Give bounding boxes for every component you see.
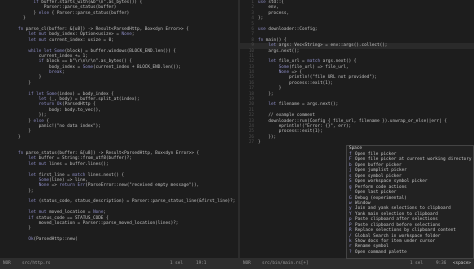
menu-item-label: Debug (experimental) [355, 195, 407, 201]
right-selection-count: 1 sel [410, 261, 423, 266]
menu-item-label: Rename symbol [355, 244, 389, 250]
menu-item-label: Global Search in workspace folder [355, 233, 441, 239]
menu-item-label: Open last picker [355, 190, 397, 196]
space-menu-popup: Space f Open file picker F Open file picker… [346, 145, 474, 259]
space-menu-item[interactable]: ? Open command palette [347, 250, 473, 255]
pending-keys-indicator: <space> [449, 259, 474, 269]
menu-item-label: Join and yank selections to clipboard [355, 206, 451, 212]
right-file-name: src/bin/main.rs[+] [262, 261, 309, 266]
menu-item-label: Open jumplist picker [355, 168, 407, 174]
left-editor-pane[interactable]: if buffer.starts_with(&b"\n".as_bytes())… [0, 0, 238, 258]
left-selection-count: 1 sel [170, 261, 183, 266]
code-text: Ok(ParsedHttp::new( [28, 237, 78, 243]
right-mode-indicator: NOR [243, 261, 251, 266]
menu-item-label: Open file picker at current working dire… [355, 157, 472, 163]
left-mode-indicator: NOR [3, 261, 11, 266]
right-cursor-position: 9:36 [436, 261, 447, 266]
left-cursor-position: 19:1 [196, 261, 207, 266]
space-menu-items: f Open file picker F Open file picker at cu… [347, 152, 473, 255]
line-number: 27 [248, 140, 254, 146]
menu-item-label: Replace selections by clipboard content [355, 228, 456, 234]
menu-item-label: Open workspace symbol picker [355, 179, 428, 185]
code-line[interactable]: Ok(ParsedHttp::new( [0, 237, 238, 242]
menu-item-label: Perform code actions [355, 184, 407, 190]
menu-item-label: Paste clipboard before selections [355, 222, 441, 228]
left-file-name: src/http.rs [22, 261, 51, 266]
menu-item-label: Paste clipboard after selections [355, 217, 438, 223]
menu-item-label: Open command palette [355, 249, 407, 255]
status-bar: NOR src/http.rs 1 sel 19:1 NOR src/bin/m… [0, 258, 474, 269]
code-text: } [258, 140, 261, 146]
menu-item-label: Open symbol picker [355, 173, 402, 179]
